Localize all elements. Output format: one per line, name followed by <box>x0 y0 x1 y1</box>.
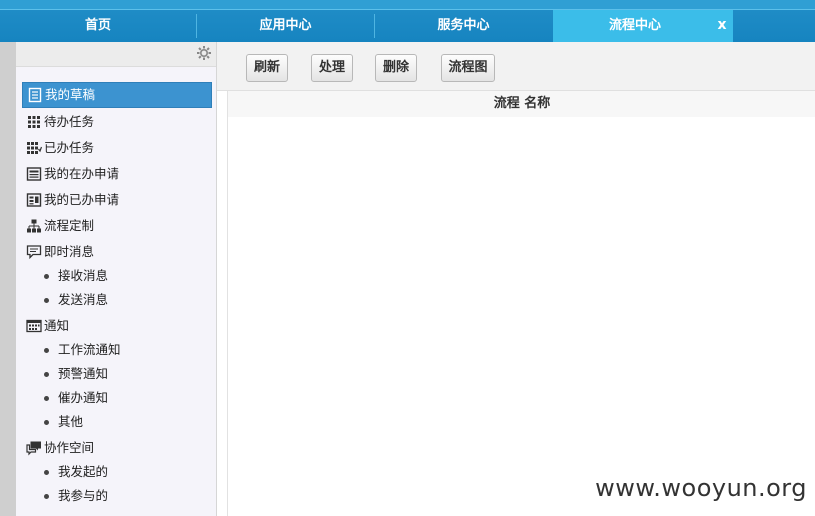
bullet <box>44 298 49 303</box>
sub-item-label: 工作流通知 <box>58 342 121 357</box>
form-icon <box>26 167 42 181</box>
bullet <box>44 274 49 279</box>
menu-item-notifications[interactable]: 通知 <box>22 314 210 338</box>
tab-service-center[interactable]: 服务中心 <box>375 10 552 42</box>
bullet <box>44 470 49 475</box>
watermark: www.wooyun.org <box>595 474 807 502</box>
refresh-button[interactable]: 刷新 <box>246 54 288 82</box>
menu-item-label: 通知 <box>44 318 70 333</box>
comments-icon <box>26 441 41 456</box>
tab-home[interactable]: 首页 <box>0 10 196 42</box>
sub-item-label: 发送消息 <box>58 292 109 307</box>
menu-item-process-customization[interactable]: 流程定制 <box>22 214 210 238</box>
sub-item-initiated-by-me[interactable]: 我发起的 <box>38 461 208 483</box>
process-button[interactable]: 处理 <box>311 54 353 82</box>
sub-item-label: 我参与的 <box>58 488 109 503</box>
menu-item-label: 已办任务 <box>44 140 95 155</box>
bullet <box>44 372 49 377</box>
gear-icon[interactable] <box>196 45 212 61</box>
sub-item-workflow-notice[interactable]: 工作流通知 <box>38 339 208 361</box>
sub-item-reminder-notice[interactable]: 催办通知 <box>38 387 208 409</box>
calendar-icon <box>26 319 42 333</box>
form-done-icon <box>26 193 42 207</box>
menu-item-collaboration-space[interactable]: 协作空间 <box>22 436 210 460</box>
sub-item-label: 催办通知 <box>58 390 109 405</box>
menu-item-label: 协作空间 <box>44 440 95 455</box>
menu-item-label: 我的在办申请 <box>44 166 120 181</box>
sidebar: 我的草稿 待办任务 已办任务 我的在办申请 我的已办申请 流程定制 即时消息 接… <box>16 42 217 516</box>
left-gutter <box>0 42 16 516</box>
grid-check-icon <box>27 142 42 154</box>
menu-item-todo-tasks[interactable]: 待办任务 <box>22 110 210 134</box>
draft-icon <box>28 87 42 103</box>
menu-item-label: 我的已办申请 <box>44 192 120 207</box>
tab-app-center[interactable]: 应用中心 <box>197 10 374 42</box>
chat-icon <box>26 245 42 260</box>
menu-item-label: 流程定制 <box>44 218 95 233</box>
sub-item-warning-notice[interactable]: 预警通知 <box>38 363 208 385</box>
flowchart-button[interactable]: 流程图 <box>441 54 495 82</box>
process-grid: 流程 名称 <box>227 91 815 516</box>
sub-item-received-messages[interactable]: 接收消息 <box>38 265 208 287</box>
tab-process-center-label: 流程中心 <box>608 18 661 33</box>
toolbar: 刷新 处理 删除 流程图 <box>217 42 815 91</box>
top-stripe <box>0 0 815 10</box>
menu-item-label: 我的草稿 <box>45 87 96 102</box>
org-chart-icon <box>27 219 41 233</box>
tab-process-center[interactable]: 流程中心 x <box>553 10 733 42</box>
menu-item-instant-messages[interactable]: 即时消息 <box>22 240 210 264</box>
column-header-process-name[interactable]: 流程 名称 <box>228 91 815 117</box>
menu-item-my-drafts[interactable]: 我的草稿 <box>22 82 212 108</box>
sub-item-other[interactable]: 其他 <box>38 411 208 433</box>
grid-icon <box>28 116 40 128</box>
top-tab-bar: 首页 应用中心 服务中心 流程中心 x <box>0 0 815 42</box>
menu-item-label: 待办任务 <box>44 114 95 129</box>
menu-item-label: 即时消息 <box>44 244 95 259</box>
menu-item-done-tasks[interactable]: 已办任务 <box>22 136 210 160</box>
sub-item-label: 预警通知 <box>58 366 109 381</box>
menu-item-my-completed-requests[interactable]: 我的已办申请 <box>22 188 210 212</box>
menu-item-my-pending-requests[interactable]: 我的在办申请 <box>22 162 210 186</box>
sub-item-participated-by-me[interactable]: 我参与的 <box>38 485 208 507</box>
bullet <box>44 494 49 499</box>
sidebar-header <box>16 42 216 67</box>
sub-item-sent-messages[interactable]: 发送消息 <box>38 289 208 311</box>
sub-item-label: 其他 <box>58 414 84 429</box>
bullet <box>44 396 49 401</box>
bullet <box>44 420 49 425</box>
close-icon[interactable]: x <box>715 10 729 42</box>
sub-item-label: 接收消息 <box>58 268 109 283</box>
sub-item-label: 我发起的 <box>58 464 109 479</box>
delete-button[interactable]: 删除 <box>375 54 417 82</box>
bullet <box>44 348 49 353</box>
